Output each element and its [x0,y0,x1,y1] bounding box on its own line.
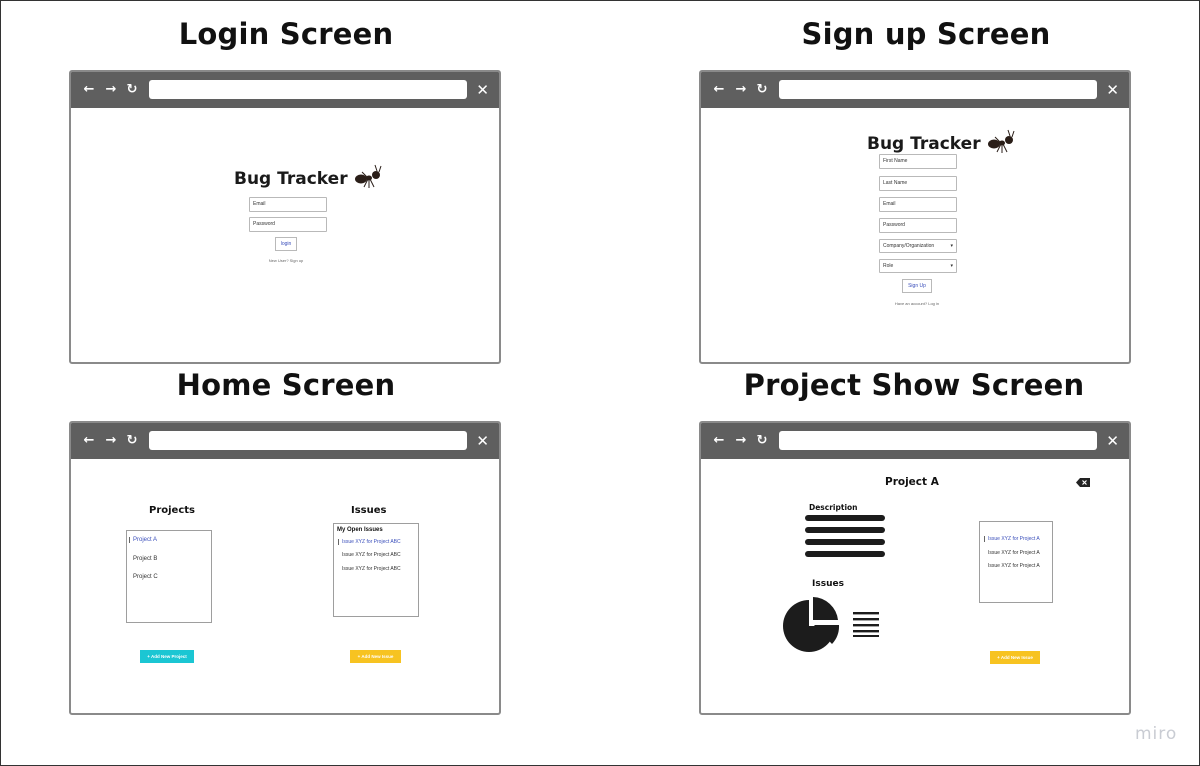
issue-item[interactable]: Issue XYZ for Project ABC [342,566,401,572]
add-issue-button[interactable]: + Add New Issue [350,650,401,663]
signup-button[interactable]: Sign Up [902,279,932,293]
chevron-down-icon: ▾ [950,263,953,269]
project-item-c[interactable]: Project C [133,574,158,580]
company-select-value: Company/Organization [883,243,935,249]
role-select[interactable]: Role ▾ [879,259,957,273]
forward-arrow-icon[interactable]: → [733,72,749,108]
back-arrow-icon[interactable]: ← [711,72,727,108]
address-bar[interactable] [149,80,467,99]
role-select-value: Role [883,263,894,269]
first-name-field[interactable]: First Name [879,154,957,169]
signup-window: ← → ↻ ✕ Bug Tracker First Name Last Name… [699,70,1131,364]
back-arrow-icon[interactable]: ← [81,72,97,108]
address-bar[interactable] [149,431,467,450]
app-brand: Bug Tracker [234,163,384,189]
close-icon[interactable]: ✕ [1106,72,1119,108]
email-field[interactable]: Email [879,197,957,212]
description-heading: Description [809,503,858,512]
close-icon[interactable]: ✕ [476,423,489,459]
reload-icon[interactable]: ↻ [754,423,770,459]
back-arrow-icon[interactable]: ← [711,423,727,459]
login-button[interactable]: login [275,237,297,251]
password-field[interactable]: Password [879,218,957,233]
reload-icon[interactable]: ↻ [754,72,770,108]
chevron-down-icon: ▾ [950,243,953,249]
open-issues-heading: My Open Issues [337,527,383,533]
email-field[interactable]: Email [249,197,327,212]
address-bar[interactable] [779,80,1097,99]
project-title: Project A [885,476,939,488]
list-icon [853,612,879,637]
project-issues-panel [979,521,1053,603]
add-project-button[interactable]: + Add New Project [140,650,194,663]
address-bar[interactable] [779,431,1097,450]
add-project-label: Add New Project [150,654,187,659]
issue-item[interactable]: Issue XYZ for Project A [988,563,1040,569]
miro-watermark: miro [1135,724,1178,744]
issue-item[interactable]: Issue XYZ for Project ABC [342,552,401,558]
add-issue-button[interactable]: + Add New Issue [990,651,1040,664]
add-issue-label: Add New Issue [361,654,394,659]
pie-chart-icon [783,597,840,652]
issue-item[interactable]: Issue XYZ for Project A [988,550,1040,556]
close-icon[interactable]: ✕ [476,72,489,108]
brand-text: Bug Tracker [867,134,981,154]
forward-arrow-icon[interactable]: → [733,423,749,459]
project-show-window: ← → ↻ ✕ Project A Description Issues Iss… [699,421,1131,715]
add-issue-label: Add New Issue [1000,655,1033,660]
reload-icon[interactable]: ↻ [124,423,140,459]
browser-toolbar: ← → ↻ ✕ [701,72,1129,108]
project-show-screen-title: Project Show Screen [743,368,1085,402]
issue-item[interactable]: Issue XYZ for Project A [984,536,1040,542]
home-window: ← → ↻ ✕ Projects Project A Project B Pro… [69,421,501,715]
ant-icon [987,129,1014,153]
signup-link[interactable]: New User? Sign up [256,258,316,263]
project-item-b[interactable]: Project B [133,556,157,562]
reload-icon[interactable]: ↻ [124,72,140,108]
company-select[interactable]: Company/Organization ▾ [879,239,957,253]
login-window: ← → ↻ ✕ Bug Tracker Email Password login… [69,70,501,364]
signup-screen-title: Sign up Screen [801,17,1051,51]
description-text-lines [805,515,885,557]
forward-arrow-icon[interactable]: → [103,72,119,108]
delete-icon[interactable] [1076,478,1090,487]
brand-text: Bug Tracker [234,169,348,189]
issues-heading: Issues [347,505,391,516]
home-screen-title: Home Screen [176,368,396,402]
last-name-field[interactable]: Last Name [879,176,957,191]
login-link[interactable]: Have an account? Log in [887,301,947,306]
project-item-a[interactable]: Project A [129,537,157,543]
browser-toolbar: ← → ↻ ✕ [71,423,499,459]
password-field[interactable]: Password [249,217,327,232]
forward-arrow-icon[interactable]: → [103,423,119,459]
projects-heading: Projects [145,505,200,516]
app-brand: Bug Tracker [867,128,1017,154]
issue-item[interactable]: Issue XYZ for Project ABC [338,539,401,545]
login-screen-title: Login Screen [178,17,394,51]
back-arrow-icon[interactable]: ← [81,423,97,459]
browser-toolbar: ← → ↻ ✕ [71,72,499,108]
close-icon[interactable]: ✕ [1106,423,1119,459]
issues-heading: Issues [812,579,844,589]
ant-icon [354,164,381,188]
browser-toolbar: ← → ↻ ✕ [701,423,1129,459]
